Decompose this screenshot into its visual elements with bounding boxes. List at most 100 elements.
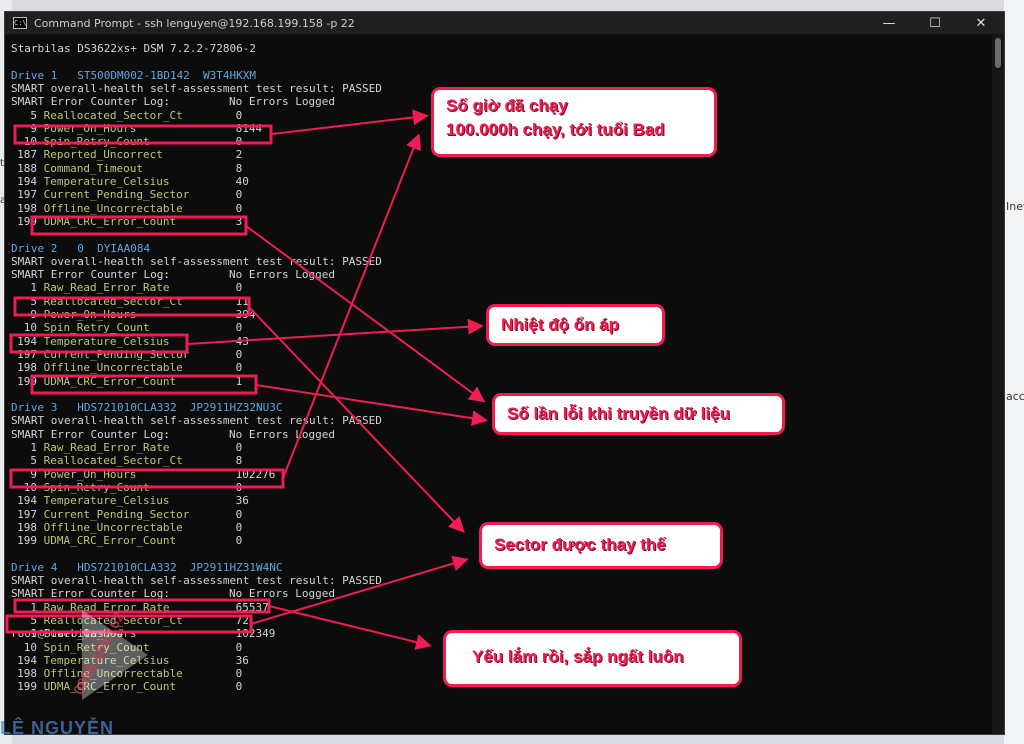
attr-id: 5 — [30, 613, 37, 627]
minimize-button[interactable]: — — [866, 12, 912, 34]
attr-name: Spin_Retry_Count — [43, 640, 150, 654]
close-button[interactable]: ✕ — [958, 12, 1004, 34]
attr-name: Power_On_Hours — [43, 121, 137, 135]
attr-name: Command_Timeout — [43, 161, 143, 175]
maximize-button[interactable]: ☐ — [912, 12, 958, 34]
attr-value: 102276 — [235, 467, 276, 481]
smart-attribute-row: 199 UDMA_CRC_Error_Count 1 — [11, 375, 242, 388]
attr-name: Reallocated_Sector_Ct — [43, 613, 183, 627]
attr-name: Offline_Uncorrectable — [43, 520, 183, 534]
error-log-value: No Errors Logged — [229, 427, 335, 441]
window-title: Command Prompt - ssh lenguyen@192.168.19… — [34, 16, 355, 30]
attr-id: 9 — [30, 308, 37, 321]
attr-name: Current_Pending_Sector — [43, 347, 190, 361]
attr-id: 1 — [30, 600, 37, 614]
smart-attribute-row: 10 Spin_Retry_Count 0 — [11, 640, 243, 654]
attr-id: 194 — [17, 175, 37, 188]
smart-attribute-row: 10 Spin_Retry_Count 0 — [11, 480, 243, 494]
smart-attribute-row: 194 Temperature_Celsius 43 — [11, 335, 249, 348]
desktop-text-fragment: Inet — [1006, 200, 1024, 213]
system-header: Starbilas DS3622xs+ DSM 7.2.2-72806-2 — [11, 42, 257, 55]
attr-id: 5 — [30, 108, 37, 122]
attr-id: 199 — [17, 534, 37, 548]
attr-name: Spin_Retry_Count — [43, 480, 150, 494]
health-result: SMART overall-health self-assessment tes… — [11, 414, 382, 428]
callout-text: Số giờ đã chạy — [446, 96, 568, 115]
attr-value: 40 — [235, 175, 249, 188]
callout-text: Nhiệt độ ổn áp — [501, 315, 620, 334]
attr-value: 72 — [235, 613, 249, 627]
attr-id: 5 — [30, 454, 37, 468]
attr-value: 0 — [235, 321, 243, 335]
attr-name: Temperature_Celsius — [43, 494, 170, 508]
attr-value: 102349 — [235, 627, 276, 641]
attr-value: 36 — [235, 494, 249, 508]
attr-id: 197 — [17, 507, 37, 521]
attr-id: 199 — [17, 374, 37, 388]
attr-value: 0 — [235, 520, 243, 534]
attr-id: 197 — [17, 188, 37, 202]
attr-id: 10 — [23, 640, 37, 654]
attr-name: UDMA_CRC_Error_Count — [43, 374, 177, 388]
attr-name: Power_On_Hours — [43, 308, 137, 321]
callout-crc-errors: Số lần lỗi khi truyền dữ liệu — [492, 393, 785, 435]
error-log-value: No Errors Logged — [229, 95, 335, 109]
smart-attribute-row: 197 Current_Pending_Sector 0 — [11, 188, 242, 201]
smart-attribute-row: 198 Offline_Uncorrectable 0 — [11, 361, 242, 374]
smart-attribute-row: 1 Raw_Read_Error_Rate 65537 — [11, 600, 269, 614]
attr-id: 187 — [17, 148, 37, 162]
health-result: SMART overall-health self-assessment tes… — [11, 254, 382, 268]
smart-attribute-row: 188 Command_Timeout 8 — [11, 162, 242, 175]
error-log-line: SMART Error Counter Log: No Errors Logged — [11, 268, 335, 281]
attr-name: Current_Pending_Sector — [43, 188, 190, 202]
attr-name: Raw_Read_Error_Rate — [43, 600, 170, 614]
error-log-label: SMART Error Counter Log: — [11, 95, 170, 109]
smart-attribute-row: 194 Temperature_Celsius 36 — [11, 494, 249, 507]
attr-id: 199 — [17, 680, 37, 694]
smart-attribute-row: 9 Power_On_Hours 8144 — [11, 122, 262, 135]
attr-name: Reported_Uncorrect — [43, 148, 163, 162]
attr-name: Offline_Uncorrectable — [43, 361, 183, 375]
attr-value: 0 — [235, 507, 243, 521]
attr-name: Spin_Retry_Count — [43, 135, 150, 149]
drive-title: Drive 3 HDS721010CLA332 JP2911HZ32NU3C — [11, 401, 283, 415]
attr-value: 11 — [235, 294, 249, 308]
error-log-label: SMART Error Counter Log: — [11, 587, 170, 601]
terminal-icon: C:\ — [13, 17, 27, 29]
attr-value: 0 — [235, 667, 243, 681]
attr-value: 65537 — [235, 600, 269, 614]
attr-name: Power_On_Hours — [43, 467, 137, 481]
attr-value: 0 — [235, 534, 243, 548]
attr-value: 0 — [235, 201, 243, 215]
smart-attribute-row: 9 Power_On_Hours 394 — [11, 308, 256, 321]
vertical-scrollbar[interactable] — [992, 34, 1004, 734]
attr-id: 194 — [17, 494, 37, 508]
smart-attribute-row: 5 Reallocated_Sector_Ct 11 — [11, 295, 249, 308]
attr-value: 8 — [235, 454, 243, 468]
title-bar[interactable]: C:\ Command Prompt - ssh lenguyen@192.16… — [5, 12, 1004, 34]
attr-value: 0 — [235, 441, 243, 454]
drive-title: Drive 4 HDS721010CLA332 JP2911HZ31W4NC — [11, 560, 283, 574]
attr-id: 197 — [17, 347, 37, 361]
attr-value: 43 — [235, 334, 249, 348]
smart-attribute-row: 10 Spin_Retry_Count 0 — [11, 321, 243, 335]
callout-power-on-hours: Số giờ đã chạy 100.000h chạy, tới tuổi B… — [431, 87, 717, 157]
attr-id: 10 — [23, 135, 37, 149]
attr-value: 8 — [235, 161, 243, 175]
error-log-line: SMART Error Counter Log: No Errors Logged — [11, 587, 335, 600]
callout-text: 100.000h chạy, tới tuổi Bad — [446, 120, 665, 139]
attr-name: UDMA_CRC_Error_Count — [43, 214, 177, 228]
attr-name: Offline_Uncorrectable — [43, 201, 183, 215]
watermark-brand: LÊ NGUYỄN — [0, 718, 115, 738]
health-result: SMART overall-health self-assessment tes… — [11, 574, 382, 587]
attr-value: 394 — [235, 308, 256, 321]
error-log-value: No Errors Logged — [229, 587, 335, 601]
scrollbar-thumb[interactable] — [995, 38, 1001, 68]
attr-value: 0 — [235, 108, 243, 122]
attr-name: Raw_Read_Error_Rate — [43, 281, 170, 295]
attr-name: Temperature_Celsius — [43, 653, 170, 667]
drive-title: Drive 2 0 DYIAA084 — [11, 241, 151, 255]
attr-value: 0 — [235, 188, 243, 202]
smart-attribute-row: 197 Current_Pending_Sector 0 — [11, 348, 242, 361]
attr-id: 9 — [30, 121, 37, 135]
